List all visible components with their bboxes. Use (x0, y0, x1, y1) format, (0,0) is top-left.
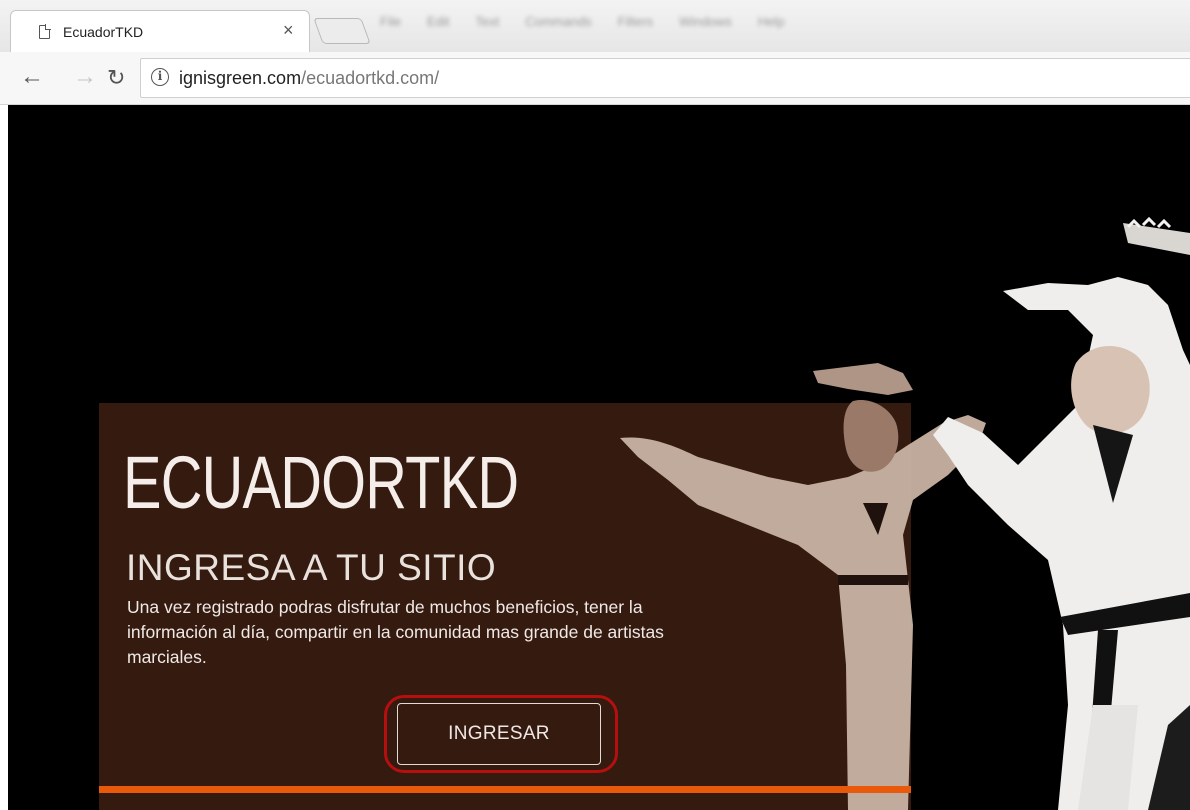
blurred-menu: File Edit Text Commands Filters Windows … (380, 14, 785, 38)
hero-accent-line (99, 786, 911, 793)
blurred-menu-item: Windows (679, 14, 732, 29)
url-text[interactable]: ignisgreen.com/ecuadortkd.com/ (179, 68, 439, 89)
athlete-right (933, 216, 1190, 810)
blurred-menu-item: Edit (426, 14, 450, 29)
hero-headline: INGRESA A TU SITIO (126, 547, 497, 588)
blurred-menu-item: Commands (525, 14, 592, 29)
page-viewport: ECUADORTKD INGRESA A TU SITIO Una vez re… (8, 105, 1190, 810)
hero-description: Una vez registrado podras disfrutar de m… (127, 597, 664, 667)
browser-toolbar: ← → ↻ i ignisgreen.com/ecuadortkd.com/ (0, 52, 1190, 105)
tab-title: EcuadorTKD (63, 24, 144, 40)
back-arrow-icon[interactable]: ← (20, 63, 44, 91)
blurred-menu-item: Filters (617, 14, 654, 29)
athlete-left (620, 363, 986, 810)
brand-title: ECUADORTKD (123, 441, 519, 524)
page-icon (39, 24, 51, 39)
url-host: ignisgreen.com (179, 68, 302, 88)
browser-tab[interactable]: EcuadorTKD × (10, 10, 310, 52)
url-path: /ecuadortkd.com/ (301, 68, 440, 88)
blurred-menu-item: Help (757, 14, 785, 29)
info-icon[interactable]: i (151, 68, 169, 86)
new-tab-button[interactable] (313, 18, 371, 44)
browser-tabstrip: EcuadorTKD × File Edit Text Commands Fil… (0, 0, 1190, 52)
reload-icon[interactable]: ↻ (107, 64, 125, 92)
blurred-menu-item: File (380, 14, 401, 29)
address-bar[interactable]: i ignisgreen.com/ecuadortkd.com/ (140, 58, 1190, 98)
forward-arrow-icon[interactable]: → (73, 63, 97, 91)
annotation-highlight-ring (384, 695, 618, 773)
close-icon[interactable]: × (283, 20, 294, 40)
blurred-menu-item: Text (475, 14, 500, 29)
